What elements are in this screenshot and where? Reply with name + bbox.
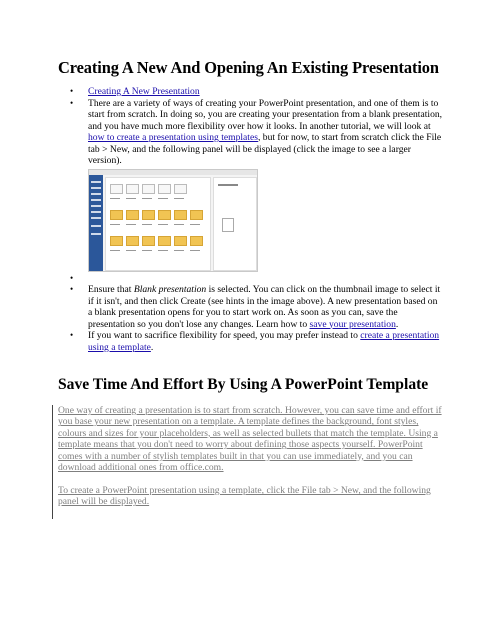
folder-icon xyxy=(142,209,155,220)
folder-icon xyxy=(174,209,187,220)
folder-icon xyxy=(110,235,123,246)
template-intro-paragraph[interactable]: One way of creating a presentation is to… xyxy=(58,405,444,473)
template-thumbnail xyxy=(174,183,187,194)
page-title: Creating A New And Opening An Existing P… xyxy=(58,58,439,77)
template-thumbnail xyxy=(142,183,155,194)
folder-icon xyxy=(174,235,187,246)
ribbon-bar xyxy=(89,169,257,175)
list-item-text: Ensure that xyxy=(88,284,134,295)
list-item-text: . xyxy=(395,318,399,330)
save-presentation-link[interactable]: save your presentation xyxy=(310,319,396,330)
new-presentation-panel-screenshot[interactable] xyxy=(88,168,258,272)
templates-tutorial-link[interactable]: how to create a presentation using templ… xyxy=(88,132,258,143)
list-item: There are a variety of ways of creating … xyxy=(58,98,443,272)
backstage-sidebar xyxy=(89,174,103,271)
document-page: Creating A New And Opening An Existing P… xyxy=(0,0,495,640)
list-item-emphasis: Blank presentation xyxy=(133,284,207,295)
template-instructions-paragraph[interactable]: To create a PowerPoint presentation usin… xyxy=(58,485,444,508)
preview-pane xyxy=(213,176,257,271)
margin-rule xyxy=(52,405,53,519)
creating-new-presentation-link[interactable]: Creating A New Presentation xyxy=(88,86,200,97)
list-item: Ensure that Blank presentation is select… xyxy=(58,284,443,330)
template-thumbnail xyxy=(126,183,139,194)
bullet-list: Creating A New Presentation There are a … xyxy=(58,86,443,353)
folder-icon xyxy=(190,235,203,246)
list-item: Creating A New Presentation xyxy=(58,86,443,98)
list-item: If you want to sacrifice flexibility for… xyxy=(58,330,443,353)
blank-presentation-thumbnail xyxy=(110,183,123,194)
folder-icon xyxy=(142,235,155,246)
section-title: Save Time And Effort By Using A PowerPoi… xyxy=(58,376,429,393)
folder-icon xyxy=(158,235,171,246)
folder-icon xyxy=(126,235,139,246)
folder-icon xyxy=(126,209,139,220)
list-item-text: . xyxy=(150,341,154,353)
templates-pane xyxy=(105,176,211,271)
list-item-text: There are a variety of ways of creating … xyxy=(88,97,443,132)
folder-icon xyxy=(190,209,203,220)
template-thumbnail xyxy=(158,183,171,194)
list-item-text: If you want to sacrifice flexibility for… xyxy=(88,330,361,341)
folder-icon xyxy=(158,209,171,220)
list-item xyxy=(58,273,443,285)
folder-icon xyxy=(110,209,123,220)
create-button xyxy=(222,217,234,232)
